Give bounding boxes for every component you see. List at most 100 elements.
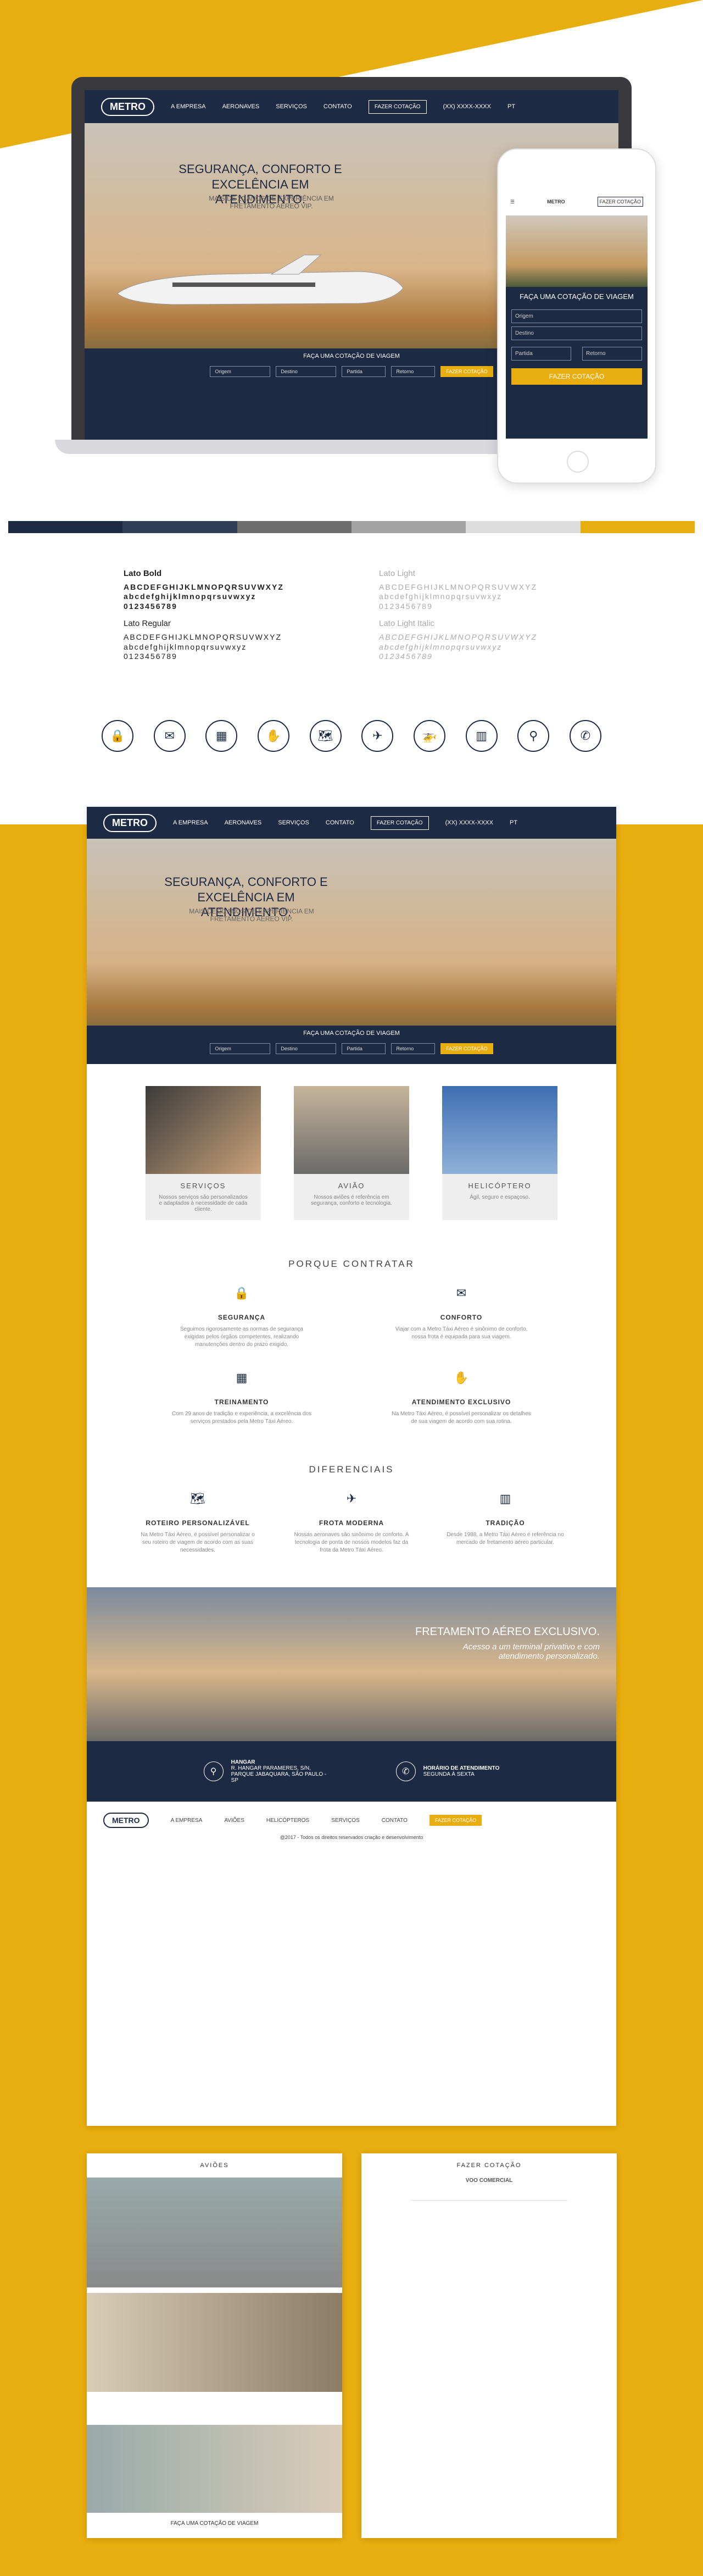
light-digits: 0123456789 [379, 601, 433, 611]
card-title: SERVIÇOS [180, 1182, 226, 1190]
menu-icon[interactable]: ☰ [510, 199, 515, 205]
phone-quote-title: FAÇA UMA COTAÇÃO DE VIAGEM [520, 292, 634, 301]
footer-nav-servicos[interactable]: SERVIÇOS [331, 1818, 360, 1824]
page-origin-field[interactable]: Origem [210, 1043, 271, 1054]
return-field[interactable]: Retorno [391, 366, 436, 377]
nav-item-servicos[interactable]: SERVIÇOS [276, 103, 307, 110]
page-submit-button[interactable]: FAZER COTAÇÃO [440, 1043, 493, 1054]
page-nav-contato[interactable]: CONTATO [326, 819, 354, 826]
submit-quote-button[interactable]: FAZER COTAÇÃO [440, 366, 493, 377]
swatch-1 [8, 521, 123, 533]
color-palette [8, 521, 695, 533]
page-nav: METRO A EMPRESA AERONAVES SERVIÇOS CONTA… [87, 807, 616, 839]
feature-text: Viajar com a Metro Táxi Aéreo é sinônimo… [395, 1326, 528, 1340]
phone-departure-field[interactable]: Partida [511, 347, 571, 361]
phone-origin-field[interactable]: Origem [511, 309, 642, 323]
swatch-2 [122, 521, 237, 533]
phone-submit-button[interactable]: FAZER COTAÇÃO [511, 368, 642, 385]
logo[interactable]: METRO [101, 97, 154, 116]
icon-set: 🔒 ✉ ▦ ✋ 🗺 ✈ 🚁 ▥ ⚲ ✆ [102, 720, 601, 752]
location-pin-icon: ⚲ [203, 1761, 224, 1781]
footer-logo[interactable]: METRO [103, 1813, 149, 1828]
phone-screen: ☰ METRO FAZER COTAÇÃO FAÇA UMA COTAÇÃO D… [506, 188, 648, 439]
feature-treinamento: ▦ TREINAMENTO Com 29 anos de tradição e … [170, 1371, 313, 1426]
building-icon: ▥ [499, 1492, 511, 1505]
card-servicos[interactable]: SERVIÇOS Nossos serviços são personaliza… [146, 1086, 261, 1220]
page-lang[interactable]: PT [510, 819, 517, 826]
page-nav-aeronaves[interactable]: AERONAVES [225, 819, 262, 826]
footer-nav-helicopteros[interactable]: HELICÓPTEROS [266, 1818, 309, 1824]
hangar-text: R. HANGAR PARAMERES, S/N, PARQUE JABAQUA… [231, 1765, 327, 1783]
mock-avioes-cabin-2 [87, 2425, 342, 2513]
diff-item-title: FROTA MODERNA [319, 1519, 384, 1527]
bold-digits: 0123456789 [124, 601, 177, 611]
hangar-info: ⚲ HANGAR R. HANGAR PARAMERES, S/N, PARQU… [203, 1759, 330, 1783]
swatch-4 [351, 521, 466, 533]
language-selector[interactable]: PT [507, 103, 515, 110]
phone-destination-field[interactable]: Destino [511, 326, 642, 340]
page-logo[interactable]: METRO [103, 813, 157, 832]
swatch-5 [466, 521, 581, 533]
italic-upper: ABCDEFGHIJKLMNOPQRSUVWXYZ [379, 633, 538, 641]
card-aviao[interactable]: AVIÃO Nossos aviões é referência em segu… [294, 1086, 409, 1220]
footer-nav-avioes[interactable]: AVIÕES [224, 1818, 244, 1824]
phone-logo[interactable]: METRO [547, 199, 565, 204]
card-helicoptero[interactable]: HELICÓPTERO Ágil, seguro e espaçoso. [442, 1086, 557, 1220]
airplane-icon: ✈ [361, 720, 394, 752]
diff-item-text: Desde 1988, a Metro Táxi Aéreo é referên… [447, 1532, 564, 1545]
diff-title: DIFERENCIAIS [309, 1464, 394, 1475]
phone-icon: ✆ [395, 1761, 416, 1781]
nav-item-contato[interactable]: CONTATO [323, 103, 352, 110]
helicopter-banner: FRETAMENTO AÉREO EXCLUSIVO. Acesso a um … [87, 1587, 616, 1741]
page-nav-servicos[interactable]: SERVIÇOS [278, 819, 309, 826]
banner-subtitle: Acesso a um terminal privativo e com ate… [462, 1642, 600, 1661]
quote-button[interactable]: FAZER COTAÇÃO [368, 99, 427, 114]
feature-seguranca: 🔒 SEGURANÇA Seguimos rigorosamente as no… [170, 1286, 313, 1349]
boxes-icon: ▦ [236, 1371, 248, 1384]
nav-item-empresa[interactable]: A EMPRESA [171, 103, 206, 110]
card-title: AVIÃO [338, 1182, 365, 1190]
full-page-mockup: METRO A EMPRESA AERONAVES SERVIÇOS CONTA… [87, 807, 616, 2126]
feature-text: Na Metro Táxi Aéreo, é possível personal… [392, 1411, 531, 1425]
feature-text: Com 29 anos de tradição e experiência, a… [171, 1411, 312, 1425]
swatch-6 [580, 521, 695, 533]
banner-title: FRETAMENTO AÉREO EXCLUSIVO. [415, 1626, 600, 1638]
nav-item-aeronaves[interactable]: AERONAVES [222, 103, 260, 110]
map-icon: 🗺 [309, 720, 342, 752]
destination-field[interactable]: Destino [276, 366, 337, 377]
page-nav-empresa[interactable]: A EMPRESA [173, 819, 208, 826]
phone-mockup: ☰ METRO FAZER COTAÇÃO FAÇA UMA COTAÇÃO D… [497, 148, 656, 484]
mail-icon: ✉ [153, 720, 186, 752]
mock-avioes: AVIÕES FAÇA UMA COTAÇÃO DE VIAGEM [87, 2153, 342, 2538]
phone-return-field[interactable]: Retorno [582, 347, 642, 361]
departure-field[interactable]: Partida [342, 366, 386, 377]
hero-subtitle: MAIS DE 20 ANOS DE EXPERIÊNCIA EM FRETAM… [209, 195, 334, 210]
page-departure-field[interactable]: Partida [342, 1043, 386, 1054]
mail-icon: ✉ [456, 1286, 467, 1300]
page-quote-button[interactable]: FAZER COTAÇÃO [370, 816, 429, 830]
page-return-field[interactable]: Retorno [391, 1043, 436, 1054]
footer-nav-empresa[interactable]: A EMPRESA [171, 1818, 203, 1824]
boxes-icon: ▦ [205, 720, 238, 752]
phone-nav: ☰ METRO FAZER COTAÇÃO [506, 188, 648, 215]
bold-lower: abcdefghijklmnopqrsuvwxyz [124, 592, 256, 601]
phone-icon: ✆ [569, 720, 601, 752]
phone-quote-button[interactable]: FAZER COTAÇÃO [597, 197, 643, 207]
diff-item-text: Nossas aeronaves são sinônimo de confort… [294, 1532, 409, 1553]
jet-image [117, 254, 404, 305]
origin-field[interactable]: Origem [210, 366, 271, 377]
page-phone: (XX) XXXX-XXXX [445, 819, 493, 826]
location-pin-icon: ⚲ [517, 720, 550, 752]
footer-nav-contato[interactable]: CONTATO [382, 1818, 408, 1824]
phone-hero [506, 215, 648, 287]
why-title: PORQUE CONTRATAR [288, 1259, 415, 1269]
footer-quote-button[interactable]: FAZER COTAÇÃO [429, 1815, 482, 1826]
service-cards: SERVIÇOS Nossos serviços são personaliza… [87, 1086, 616, 1220]
feature-title: ATENDIMENTO EXCLUSIVO [411, 1398, 511, 1406]
font-name-bold: Lato Bold [124, 569, 162, 578]
page-destination-field[interactable]: Destino [276, 1043, 337, 1054]
hours-text: SEGUNDA À SEXTA [423, 1771, 475, 1777]
card-title: HELICÓPTERO [468, 1182, 532, 1190]
diff-roteiro: 🗺 ROTEIRO PERSONALIZÁVEL Na Metro Táxi A… [137, 1492, 258, 1554]
diff-grid: 🗺 ROTEIRO PERSONALIZÁVEL Na Metro Táxi A… [87, 1492, 616, 1554]
